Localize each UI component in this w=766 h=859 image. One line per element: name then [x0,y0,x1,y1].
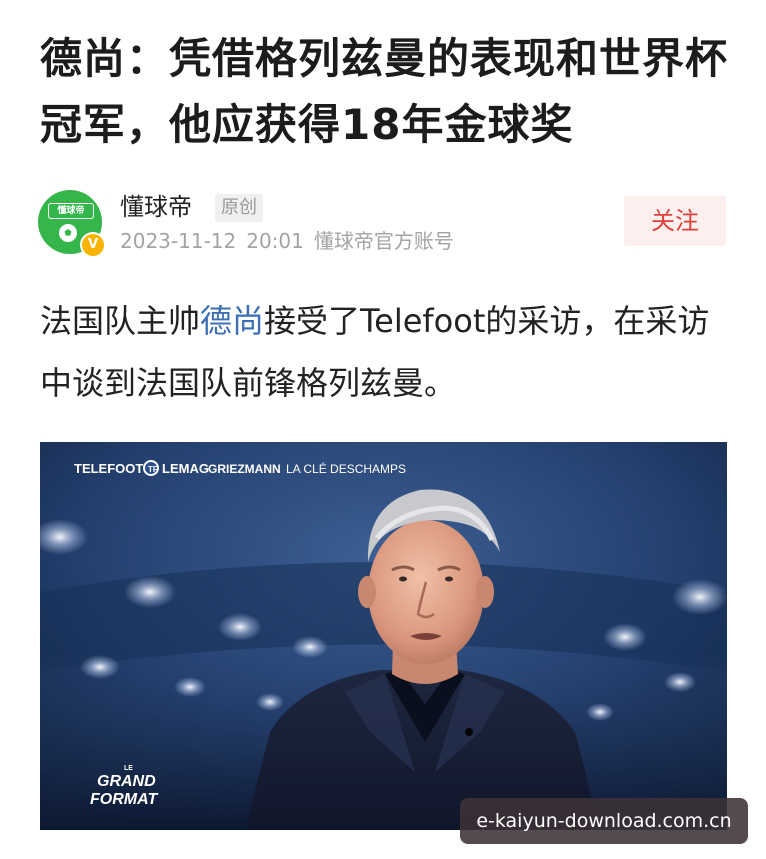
author-row: 懂球帝 V 懂球帝 原创 2023-11-12 20:01 懂球帝官方账号 关注 [38,188,728,258]
soccer-ball-icon [59,224,77,242]
svg-text:LE: LE [124,765,133,772]
follow-button[interactable]: 关注 [624,196,726,246]
broadcast-banner: TELEFOOT TF LEMAG GRIEZMANN LA CLÉ DESCH… [74,460,406,476]
svg-text:GRAND: GRAND [97,773,156,790]
svg-text:LEMAG: LEMAG [162,461,209,476]
account-type: 懂球帝官方账号 [313,229,454,253]
post-time: 20:01 [246,229,304,253]
video-still: TELEFOOT TF LEMAG GRIEZMANN LA CLÉ DESCH… [40,442,727,830]
svg-text:LA CLÉ DESCHAMPS: LA CLÉ DESCHAMPS [286,461,406,476]
svg-text:GRIEZMANN: GRIEZMANN [208,462,281,476]
source-watermark: e-kaiyun-download.com.cn [460,798,748,844]
original-badge: 原创 [215,194,263,222]
video-frame[interactable]: TELEFOOT TF LEMAG GRIEZMANN LA CLÉ DESCH… [40,442,727,830]
author-avatar[interactable]: 懂球帝 V [38,190,106,258]
post-date: 2023-11-12 [120,229,237,253]
verified-icon: V [80,232,106,258]
lead-text-start: 法国队主帅 [40,302,201,340]
author-name[interactable]: 懂球帝 [120,190,192,224]
svg-text:FORMAT: FORMAT [90,791,158,808]
svg-text:TELEFOOT: TELEFOOT [74,461,143,476]
person-link[interactable]: 德尚 [200,302,264,340]
lead-paragraph: 法国队主帅德尚接受了Telefoot的采访，在采访中谈到法国队前锋格列兹曼。 [40,290,740,414]
post-meta: 2023-11-12 20:01 懂球帝官方账号 [120,226,464,256]
svg-text:TF: TF [148,465,158,474]
avatar-logo-text: 懂球帝 [48,203,94,219]
article-title: 德尚：凭借格列兹曼的表现和世界杯冠军，他应获得18年金球奖 [40,34,729,149]
